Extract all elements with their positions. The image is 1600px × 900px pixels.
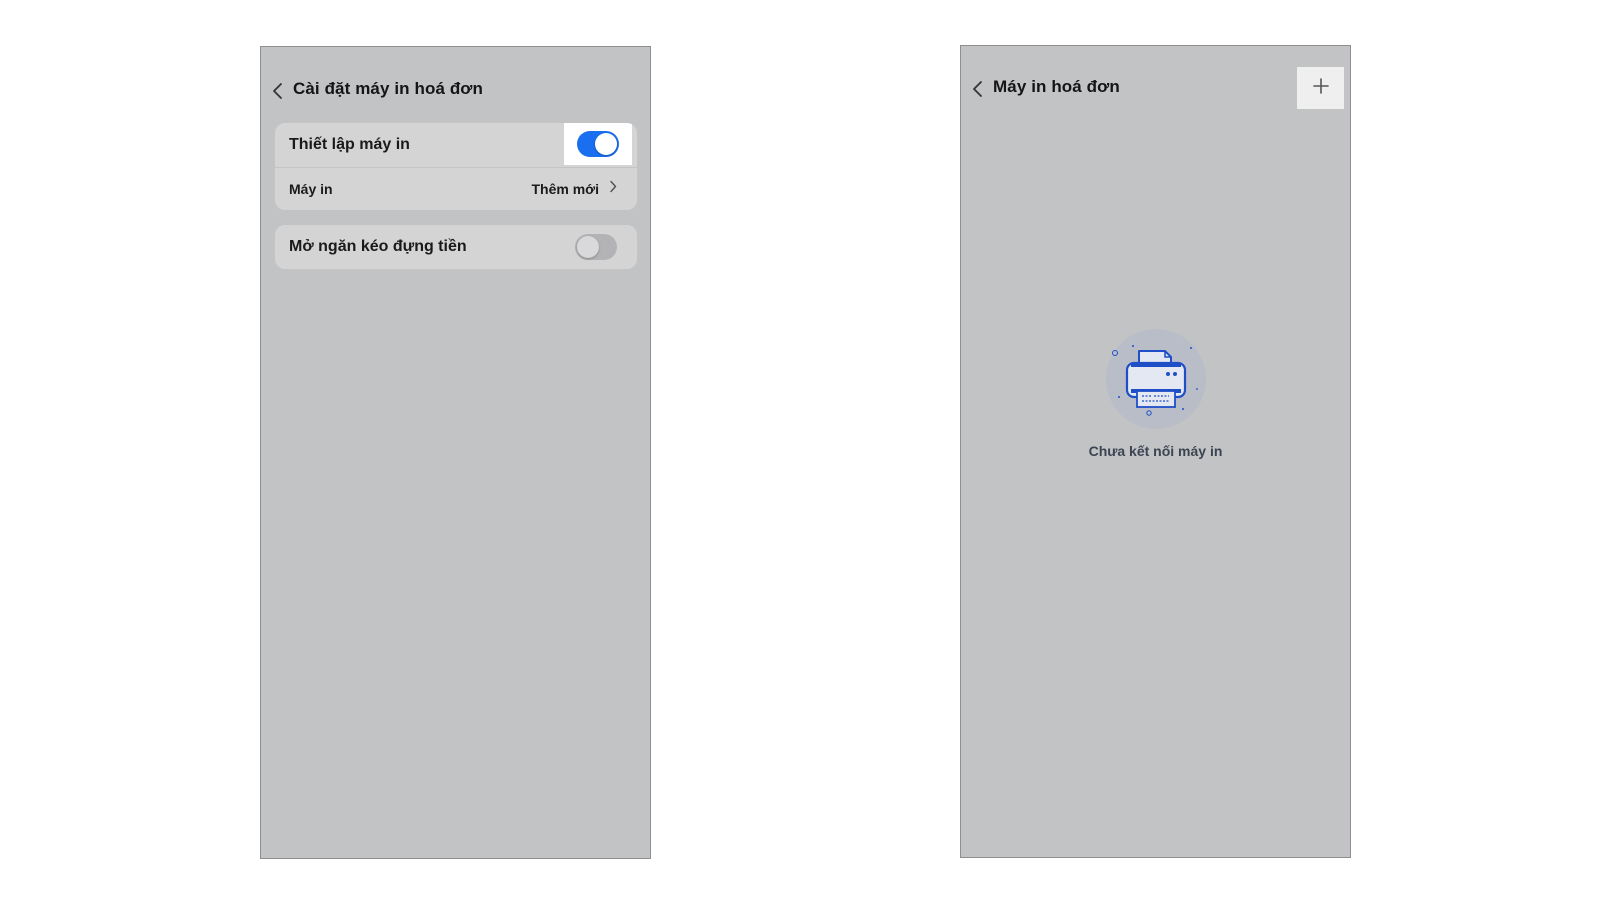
page-title: Máy in hoá đơn	[993, 77, 1120, 96]
toggle-knob	[595, 133, 617, 155]
cash-drawer-row: Mở ngăn kéo đựng tiền	[275, 225, 637, 269]
printer-setup-toggle[interactable]	[577, 131, 619, 157]
cash-drawer-label: Mở ngăn kéo đựng tiền	[289, 238, 467, 255]
printer-row[interactable]: Máy in Thêm mới	[275, 167, 637, 210]
printer-setup-label: Thiết lập máy in	[289, 136, 410, 153]
add-printer-button[interactable]	[1297, 67, 1344, 109]
cash-drawer-toggle[interactable]	[575, 234, 617, 260]
printer-row-label: Máy in	[289, 181, 333, 197]
back-icon[interactable]	[971, 79, 985, 99]
add-new-printer-link[interactable]: Thêm mới	[531, 181, 599, 197]
back-icon[interactable]	[271, 81, 285, 101]
plus-icon	[1312, 77, 1330, 100]
toggle-knob	[577, 236, 599, 258]
printer-setup-toggle-highlight	[564, 123, 632, 165]
cash-drawer-card: Mở ngăn kéo đựng tiền	[275, 225, 637, 269]
printer-setup-row: Thiết lập máy in	[275, 123, 637, 167]
printer-icon	[1101, 329, 1211, 429]
printer-settings-card: Thiết lập máy in Máy in Thêm mới	[275, 123, 637, 210]
stage: Cài đặt máy in hoá đơn Thiết lập máy in …	[0, 0, 1600, 900]
page-title: Cài đặt máy in hoá đơn	[293, 79, 483, 98]
printer-list-screen: Máy in hoá đơn Chưa kết nối máy in	[960, 45, 1351, 858]
printer-list-header: Máy in hoá đơn	[961, 46, 1350, 136]
chevron-right-icon	[609, 180, 617, 198]
empty-state: Chưa kết nối máy in	[961, 329, 1350, 459]
printer-row-right: Thêm mới	[531, 168, 617, 210]
settings-screen: Cài đặt máy in hoá đơn Thiết lập máy in …	[260, 46, 651, 859]
cash-drawer-toggle-wrap	[575, 234, 617, 260]
empty-state-message: Chưa kết nối máy in	[1088, 443, 1223, 459]
